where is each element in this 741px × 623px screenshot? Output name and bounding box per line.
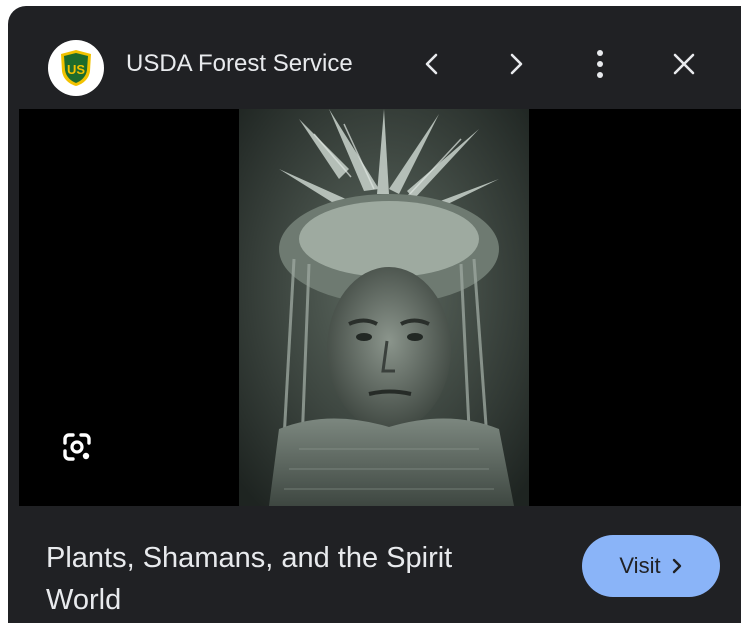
usda-shield-icon: US xyxy=(61,50,91,86)
google-lens-button[interactable] xyxy=(57,427,97,467)
next-button[interactable] xyxy=(494,42,538,86)
google-lens-icon xyxy=(63,433,91,461)
logo-text: US xyxy=(67,62,85,77)
image-viewer-panel: US USDA Forest Service Plants, Shamans, … xyxy=(8,6,741,623)
close-button[interactable] xyxy=(662,42,706,86)
chevron-left-icon xyxy=(425,53,438,75)
more-vert-icon xyxy=(597,50,603,78)
more-options-button[interactable] xyxy=(578,42,622,86)
chevron-right-icon xyxy=(672,558,681,574)
source-name[interactable]: USDA Forest Service xyxy=(126,48,353,80)
preview-photo[interactable] xyxy=(239,109,529,506)
source-logo[interactable]: US xyxy=(48,40,104,96)
result-footer: Plants, Shamans, and the Spirit World Vi… xyxy=(8,506,741,623)
close-icon xyxy=(673,53,695,75)
visit-label: Visit xyxy=(619,553,661,578)
viewer-header: US USDA Forest Service xyxy=(8,6,741,109)
visit-button[interactable]: Visit xyxy=(582,535,720,597)
shaman-portrait-image xyxy=(239,109,529,506)
chevron-right-icon xyxy=(510,53,523,75)
previous-button[interactable] xyxy=(410,42,454,86)
result-title[interactable]: Plants, Shamans, and the Spirit World xyxy=(46,537,526,621)
image-preview-area xyxy=(19,109,741,506)
